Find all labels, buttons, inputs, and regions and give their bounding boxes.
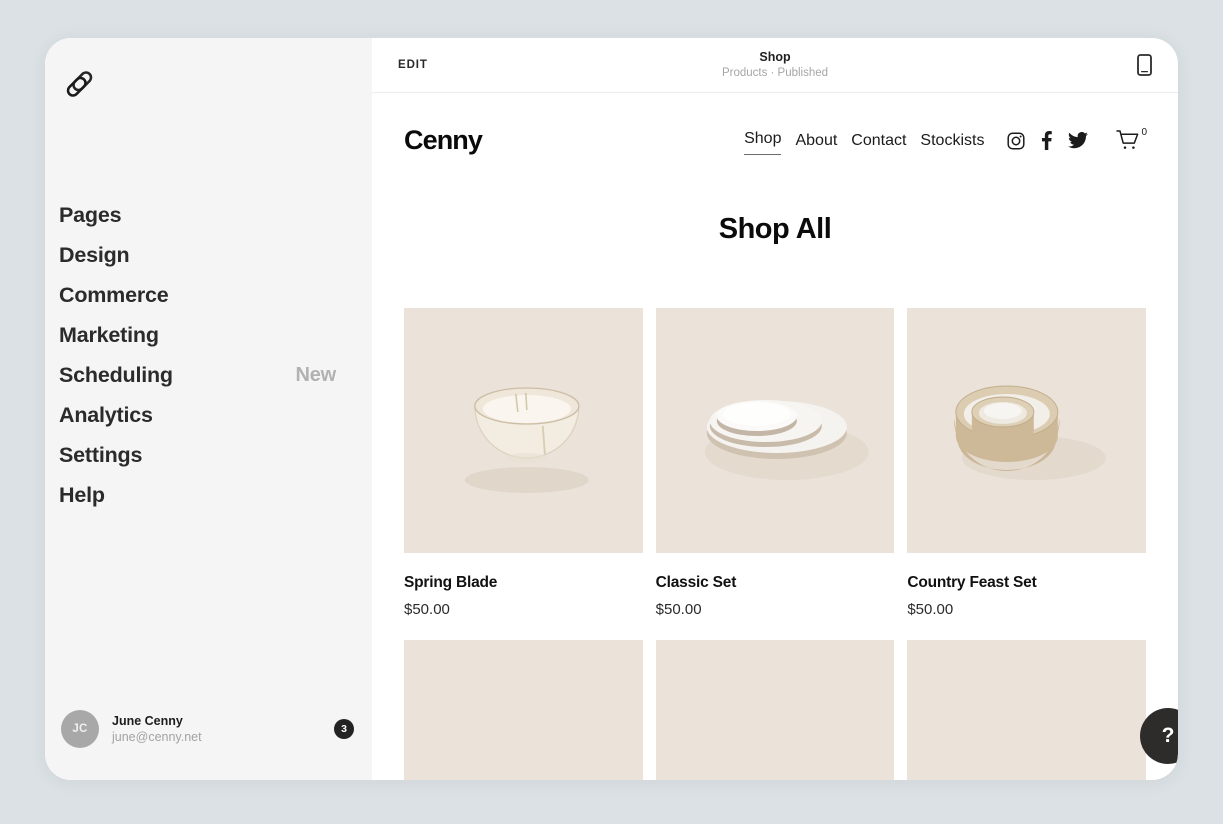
- account-name: June Cenny: [112, 713, 202, 730]
- sidebar-item-label: Commerce: [59, 283, 169, 308]
- product-price: $50.00: [656, 601, 895, 618]
- page-title: Shop All: [372, 213, 1178, 246]
- preview-page-title: Shop: [372, 49, 1178, 66]
- preview-toolbar: EDIT Shop Products · Published: [372, 38, 1178, 93]
- app-window: Pages Design Commerce Marketing Scheduli…: [45, 38, 1178, 780]
- product-image-placeholder[interactable]: [404, 640, 643, 780]
- sidebar-item-badge-new: New: [295, 364, 336, 387]
- squarespace-logo-icon[interactable]: [60, 66, 100, 106]
- sidebar-item-help[interactable]: Help: [59, 475, 372, 515]
- sidebar-item-label: Settings: [59, 443, 142, 468]
- preview-page-status: Products · Published: [372, 66, 1178, 82]
- sidebar-item-label: Scheduling: [59, 363, 173, 388]
- notification-badge[interactable]: 3: [334, 719, 354, 739]
- site-canvas: Cenny Shop About Contact Stockists: [372, 93, 1178, 780]
- sidebar-item-label: Marketing: [59, 323, 159, 348]
- product-title: Country Feast Set: [907, 574, 1146, 592]
- product-image-nested-bowls[interactable]: [907, 308, 1146, 553]
- sidebar: Pages Design Commerce Marketing Scheduli…: [45, 38, 372, 780]
- account-email: june@cenny.net: [112, 729, 202, 746]
- sidebar-item-label: Help: [59, 483, 105, 508]
- product-card[interactable]: [907, 640, 1146, 780]
- sidebar-item-pages[interactable]: Pages: [59, 195, 372, 235]
- sidebar-item-design[interactable]: Design: [59, 235, 372, 275]
- avatar: JC: [61, 710, 99, 748]
- sidebar-item-marketing[interactable]: Marketing: [59, 315, 372, 355]
- edit-button[interactable]: EDIT: [398, 59, 428, 71]
- site-nav: Shop About Contact Stockists: [744, 126, 1147, 155]
- sidebar-item-scheduling[interactable]: Scheduling New: [59, 355, 372, 395]
- product-card[interactable]: Spring Blade $50.00: [404, 308, 643, 618]
- product-image-placeholder[interactable]: [656, 640, 895, 780]
- product-grid: Spring Blade $50.00: [372, 308, 1178, 780]
- sidebar-nav: Pages Design Commerce Marketing Scheduli…: [59, 195, 372, 515]
- sidebar-item-label: Pages: [59, 203, 121, 228]
- site-nav-shop[interactable]: Shop: [744, 126, 781, 155]
- sidebar-item-settings[interactable]: Settings: [59, 435, 372, 475]
- product-image-ceramic-bowl[interactable]: [404, 308, 643, 553]
- twitter-icon[interactable]: [1068, 132, 1088, 149]
- shopping-cart-icon: [1116, 130, 1140, 151]
- social-links: [1007, 131, 1088, 150]
- facebook-icon[interactable]: [1041, 131, 1052, 150]
- product-card[interactable]: [656, 640, 895, 780]
- sidebar-item-analytics[interactable]: Analytics: [59, 395, 372, 435]
- shopping-cart-button[interactable]: 0: [1116, 130, 1147, 151]
- sidebar-item-commerce[interactable]: Commerce: [59, 275, 372, 315]
- product-image-stacked-plates[interactable]: [656, 308, 895, 553]
- site-logo[interactable]: Cenny: [404, 125, 482, 156]
- site-header: Cenny Shop About Contact Stockists: [372, 93, 1178, 156]
- product-title: Spring Blade: [404, 574, 643, 592]
- product-title: Classic Set: [656, 574, 895, 592]
- product-image-placeholder[interactable]: [907, 640, 1146, 780]
- product-card[interactable]: Country Feast Set $50.00: [907, 308, 1146, 618]
- sidebar-item-label: Analytics: [59, 403, 153, 428]
- site-nav-about[interactable]: About: [795, 128, 837, 154]
- site-nav-contact[interactable]: Contact: [851, 128, 906, 154]
- cart-count: 0: [1141, 127, 1147, 138]
- product-price: $50.00: [907, 601, 1146, 618]
- preview-title-group: Shop Products · Published: [372, 49, 1178, 81]
- site-nav-stockists[interactable]: Stockists: [920, 128, 984, 154]
- product-price: $50.00: [404, 601, 643, 618]
- product-card[interactable]: Classic Set $50.00: [656, 308, 895, 618]
- site-preview-pane: EDIT Shop Products · Published Cenny Sho…: [372, 38, 1178, 780]
- account-details: June Cenny june@cenny.net: [112, 713, 202, 746]
- account-row[interactable]: JC June Cenny june@cenny.net 3: [61, 710, 354, 748]
- instagram-icon[interactable]: [1007, 132, 1025, 150]
- sidebar-item-label: Design: [59, 243, 129, 268]
- mobile-device-icon[interactable]: [1137, 54, 1152, 76]
- product-card[interactable]: [404, 640, 643, 780]
